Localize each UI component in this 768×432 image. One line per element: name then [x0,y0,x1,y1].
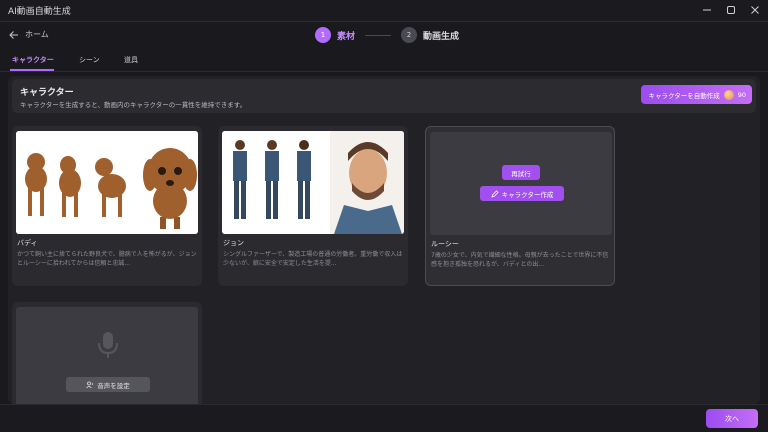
character-image-placeholder: 再試行 キャラクター作成 [430,132,612,235]
title-bar: AI動画自動生成 [0,0,768,22]
set-voice-label: 音声を設定 [97,381,130,390]
section-description: キャラクターを生成すると、動画内のキャラクターの一貫性を維持できます。 [20,101,247,109]
tab-characters[interactable]: キャラクター [12,55,54,65]
step-number: 1 [315,27,331,43]
window-controls [700,3,762,17]
character-description: かつて飼い主に捨てられた野良犬で、臆病で人を怖がるが、ジョンとルーシーに拾われて… [17,251,197,267]
character-name: ルーシー [431,240,459,248]
pencil-icon [491,189,499,198]
character-image-john [222,131,404,234]
close-icon[interactable] [748,3,762,17]
character-name: ジョン [223,239,244,247]
microphone-icon [98,332,118,358]
credit-count: 90 [737,90,746,99]
back-label: ホーム [25,30,49,39]
main-panel: キャラクター キャラクターを生成すると、動画内のキャラクターの一貫性を維持できま… [8,76,760,404]
coin-icon [723,89,734,100]
tab-bar: キャラクター シーン 道具 [0,50,768,72]
auto-create-character-button[interactable]: キャラクターを自動作成 90 [641,85,752,104]
voice-placeholder: 音声を設定 [16,307,198,404]
create-character-label: キャラクター作成 [501,190,554,199]
maximize-icon[interactable] [724,3,738,17]
step-number: 2 [401,27,418,43]
create-character-button[interactable]: キャラクター作成 [480,186,564,201]
character-description: 7歳の少女で、内気で繊細な性格。母親が去ったことで世界に不信感を抱き孤独を恐れる… [431,252,609,268]
set-voice-button[interactable]: 音声を設定 [66,377,150,392]
step-label: 素材 [337,31,356,42]
section-title: キャラクター [20,88,74,98]
character-header: キャラクター キャラクターを生成すると、動画内のキャラクターの一貫性を維持できま… [12,79,756,113]
character-card-buddy[interactable]: バディ かつて飼い主に捨てられた野良犬で、臆病で人を怖がるが、ジョンとルーシーに… [12,126,202,286]
nav-bar: ホーム 1 素材 2 動画生成 [0,22,768,50]
user-voice-icon [86,381,94,388]
active-tab-indicator [10,69,54,71]
tab-props[interactable]: 道具 [124,55,138,65]
voice-card[interactable]: 音声を設定 [12,302,202,404]
character-description: シングルファーザーで、製造工場の普通の労働者。重労働で収入は少ないが、娘に安全で… [223,251,403,267]
window-title: AI動画自動生成 [8,7,71,17]
step-divider [365,34,392,36]
tab-scenes[interactable]: シーン [79,55,100,65]
step-indicator: 1 素材 2 動画生成 [315,27,459,43]
character-image-buddy [16,131,198,234]
step-materials: 1 素材 [315,27,355,43]
footer-bar: 次へ [0,404,768,432]
character-name: バディ [17,239,38,247]
minimize-icon[interactable] [700,3,714,17]
arrow-left-icon [9,30,18,39]
character-card-john[interactable]: ジョン シングルファーザーで、製造工場の普通の労働者。重労働で収入は少ないが、娘… [218,126,408,286]
next-button[interactable]: 次へ [706,409,758,428]
back-to-home-button[interactable]: ホーム [9,29,49,40]
retry-button[interactable]: 再試行 [502,165,540,180]
step-label: 動画生成 [423,31,460,42]
auto-create-label: キャラクターを自動作成 [648,91,720,100]
character-card-lucy[interactable]: 再試行 キャラクター作成 ルーシー 7歳の少女で、内気で繊細な性格。母親が去った… [425,126,615,286]
step-video-generation: 2 動画生成 [401,27,459,43]
